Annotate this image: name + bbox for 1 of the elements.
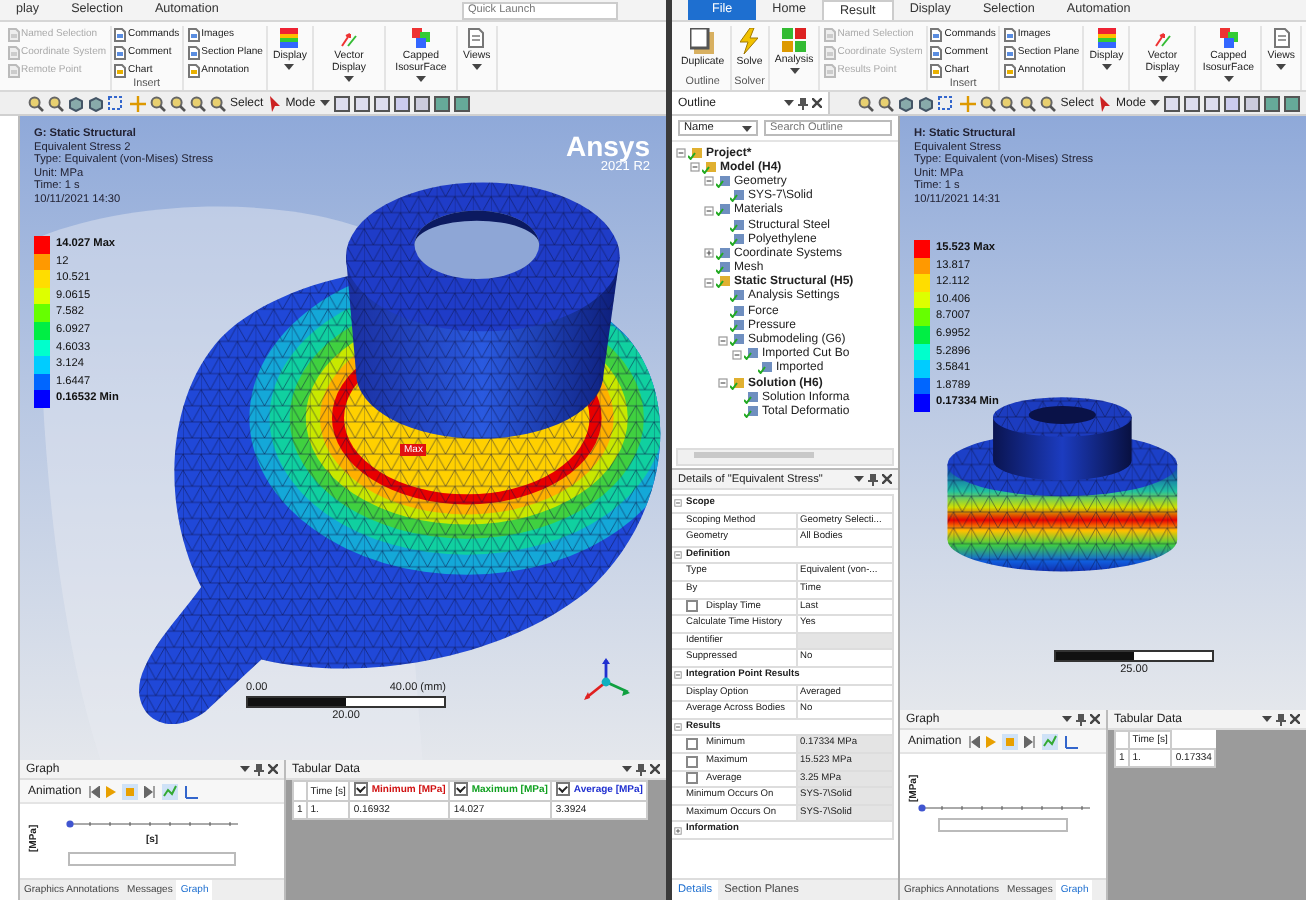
brand-logo: Ansys xyxy=(565,132,650,160)
